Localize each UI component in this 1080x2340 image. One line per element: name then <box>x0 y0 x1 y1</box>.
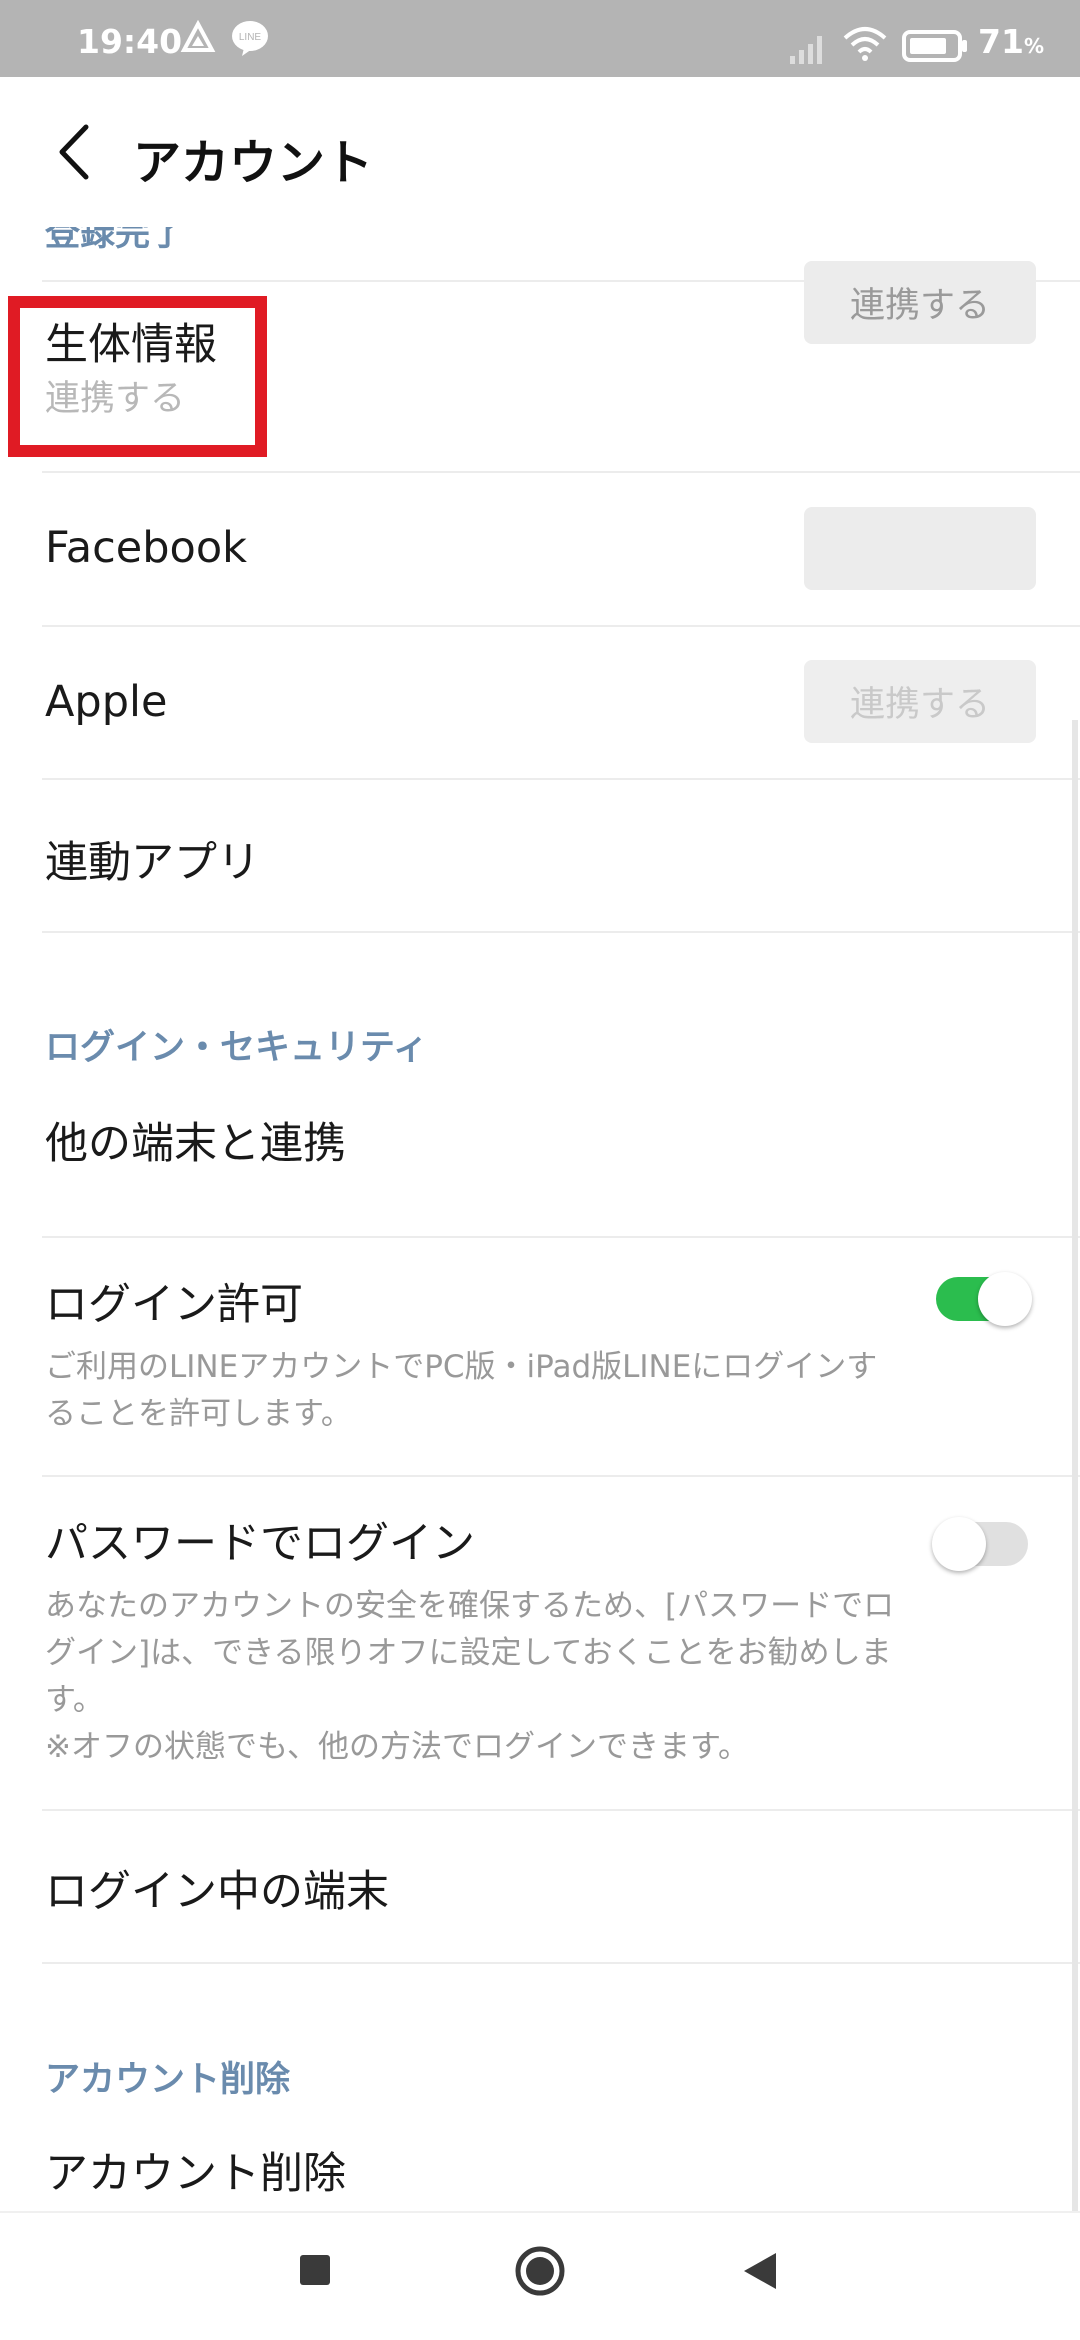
line-app-icon: LINE <box>230 18 270 62</box>
home-circle-icon[interactable] <box>514 2245 566 2301</box>
linked-apps-label: 連動アプリ <box>45 838 260 888</box>
apple-link-button-placeholder <box>804 507 1036 590</box>
other-devices-row[interactable]: 他の端末と連携 <box>0 1087 1080 1217</box>
scrollbar[interactable] <box>1072 720 1078 2211</box>
apple-link-button[interactable]: 連携する <box>804 660 1036 743</box>
battery-icon <box>902 30 968 66</box>
allow-login-row: ログイン許可 ご利用のLINEアカウントでPC版・iPad版LINEにログインす… <box>0 1238 1080 1476</box>
wifi-icon <box>842 26 888 66</box>
password-login-row: パスワードでログイン あなたのアカウントの安全を確保するため、[パスワードでログ… <box>0 1477 1080 1811</box>
status-time: 19:40 <box>77 22 183 61</box>
allow-login-label: ログイン許可 <box>45 1280 303 1330</box>
divider <box>42 1962 1080 1964</box>
signal-icon <box>788 30 828 68</box>
back-triangle-icon[interactable] <box>742 2251 778 2295</box>
highlight-box <box>8 296 267 457</box>
other-devices-label: 他の端末と連携 <box>45 1119 346 1169</box>
section-header-account-delete: アカウント削除 <box>45 2060 291 2100</box>
recents-square-icon[interactable] <box>299 2254 331 2290</box>
apple-label: Apple <box>45 677 168 727</box>
toggle-knob <box>978 1272 1032 1326</box>
facebook-link-button[interactable]: 連携する <box>804 261 1036 344</box>
account-delete-label: アカウント削除 <box>45 2149 346 2199</box>
logged-in-devices-label: ログイン中の端末 <box>45 1867 389 1917</box>
password-login-toggle[interactable] <box>932 1517 1028 1571</box>
password-login-label: パスワードでログイン <box>45 1519 475 1569</box>
battery-level: 71% <box>978 22 1044 61</box>
section-header-partial: 登録完了 <box>45 227 186 254</box>
page-title: アカウント <box>133 135 374 191</box>
divider <box>42 931 1080 933</box>
facebook-label: Facebook <box>45 523 248 573</box>
toggle-knob <box>932 1517 986 1571</box>
logged-in-devices-row[interactable]: ログイン中の端末 <box>0 1811 1080 1961</box>
password-login-note: ※オフの状態でも、他の方法でログインできます。 <box>45 1729 749 1765</box>
app-header: アカウント <box>0 77 1080 227</box>
status-bar: 19:40 LINE 71% <box>0 0 1080 77</box>
chevron-left-icon[interactable] <box>50 121 100 183</box>
svg-text:LINE: LINE <box>239 32 262 43</box>
system-nav-bar <box>0 2211 1080 2340</box>
allow-login-description: ご利用のLINEアカウントでPC版・iPad版LINEにログインすることを許可し… <box>45 1349 878 1432</box>
password-login-description: あなたのアカウントの安全を確保するため、[パスワードでログイン]は、できる限りオ… <box>45 1588 895 1718</box>
drive-icon <box>180 19 216 60</box>
allow-login-toggle[interactable] <box>936 1272 1032 1326</box>
account-delete-row[interactable]: アカウント削除 <box>0 2117 1080 2211</box>
section-header-login-security: ログイン・セキュリティ <box>45 1028 428 1068</box>
linked-apps-row[interactable]: 連動アプリ <box>0 780 1080 932</box>
